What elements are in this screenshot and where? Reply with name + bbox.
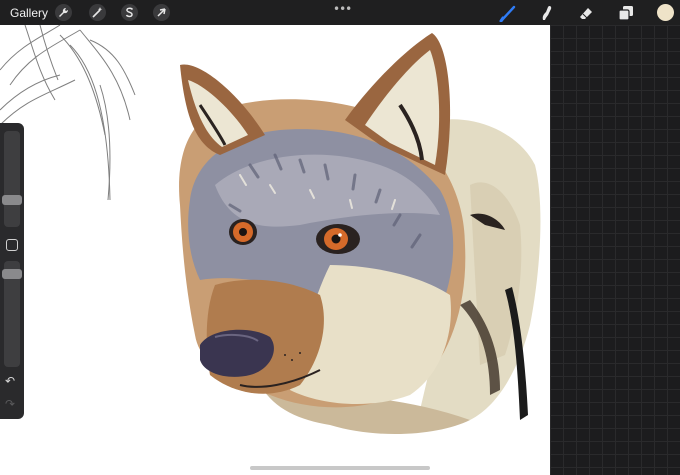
arrow-cursor-icon[interactable] (153, 4, 170, 21)
brush-size-slider[interactable] (2, 131, 22, 227)
selection-s-icon[interactable] (121, 4, 138, 21)
more-options-button[interactable]: ••• (333, 2, 352, 16)
opacity-thumb[interactable] (2, 269, 22, 279)
square-modify-icon[interactable] (6, 239, 18, 251)
redo-arrow-icon[interactable]: ↷ (5, 397, 15, 411)
opacity-slider[interactable] (2, 261, 22, 367)
brush-sidebar: ↶ ↷ (0, 123, 24, 419)
workspace-background (550, 25, 680, 475)
smudge-icon[interactable] (537, 4, 555, 27)
eraser-icon[interactable] (577, 4, 595, 27)
color-swatch[interactable] (657, 4, 674, 21)
undo-arrow-icon[interactable]: ↶ (5, 374, 15, 388)
gallery-button[interactable]: Gallery (10, 6, 48, 20)
brush-icon[interactable] (499, 4, 517, 27)
wolf-painting (0, 25, 541, 435)
top-toolbar: Gallery ••• (0, 0, 680, 25)
wrench-icon[interactable] (55, 4, 72, 21)
home-indicator[interactable] (250, 466, 430, 470)
magic-wand-icon[interactable] (89, 4, 106, 21)
brush-size-thumb[interactable] (2, 195, 22, 205)
layers-icon[interactable] (617, 4, 635, 27)
drawing-canvas[interactable] (0, 25, 550, 475)
